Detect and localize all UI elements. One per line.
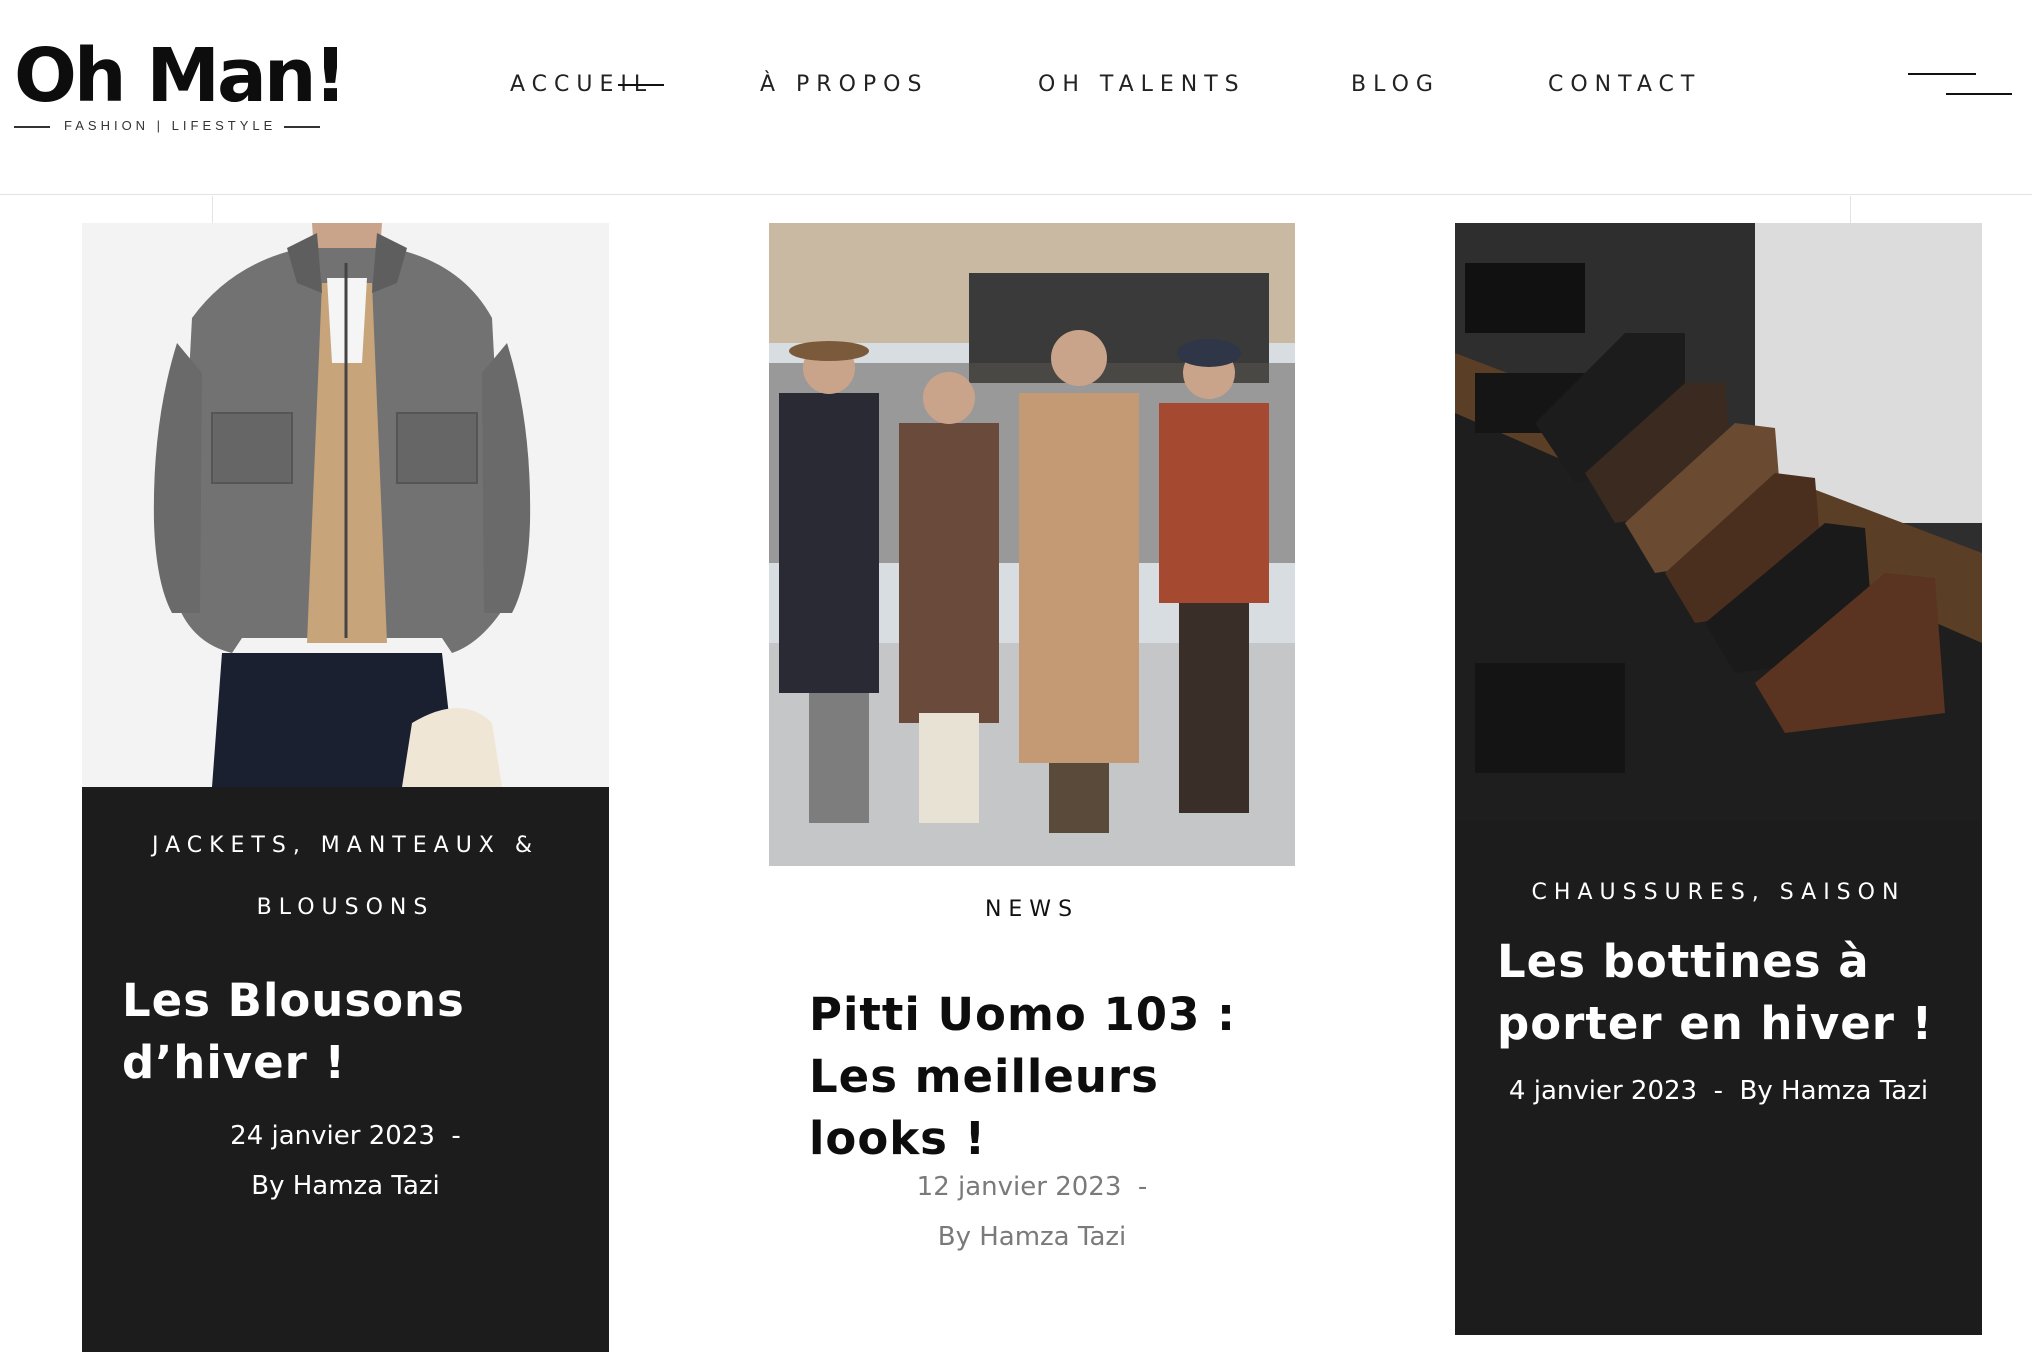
post-info-panel: NEWS Pitti Uomo 103 : Les meilleurs look…: [769, 866, 1295, 1352]
menu-toggle-icon[interactable]: [1900, 64, 2016, 104]
post-meta: 4 janvier 2023 - By Hamza Tazi: [1455, 1066, 1982, 1116]
menu-line-top: [1908, 73, 1976, 75]
post-title[interactable]: Les bottines à porter en hiver !: [1497, 931, 1957, 1055]
logo-tagline: FASHION | LIFESTYLE: [64, 118, 277, 133]
nav-item-oh-talents[interactable]: OH TALENTS: [1038, 72, 1246, 97]
meta-separator: -: [1713, 1076, 1724, 1106]
jacket-photo: [82, 223, 609, 787]
logo-tagline-row: FASHION | LIFESTYLE: [14, 116, 324, 136]
post-author[interactable]: By Hamza Tazi: [82, 1161, 609, 1211]
post-title-line: Les meilleurs: [809, 1050, 1159, 1103]
boots-photo: [1455, 223, 1982, 820]
post-category[interactable]: CHAUSSURES, SAISON: [1455, 862, 1982, 924]
divider-left: [212, 196, 213, 224]
post-title-line: Pitti Uomo 103 :: [809, 988, 1237, 1041]
logo-rule-left: [14, 126, 50, 128]
post-date[interactable]: 24 janvier 2023: [230, 1121, 435, 1151]
site-header: Oh Man! FASHION | LIFESTYLE ACCUEIL À PR…: [0, 0, 2032, 195]
post-title-line: porter en hiver !: [1497, 997, 1934, 1050]
nav-item-blog[interactable]: BLOG: [1351, 72, 1440, 97]
post-author[interactable]: By Hamza Tazi: [769, 1212, 1295, 1262]
post-info-panel: CHAUSSURES, SAISON Les bottines à porter…: [1455, 820, 1982, 1335]
meta-separator: -: [1137, 1172, 1148, 1202]
post-title-line: d’hiver !: [122, 1036, 347, 1089]
post-info-panel: JACKETS, MANTEAUX & BLOUSONS Les Blouson…: [82, 787, 609, 1352]
post-date-row: 4 janvier 2023 - By Hamza Tazi: [1455, 1066, 1982, 1116]
nav-item-a-propos[interactable]: À PROPOS: [760, 72, 928, 97]
post-card-blousons[interactable]: JACKETS, MANTEAUX & BLOUSONS Les Blouson…: [82, 223, 609, 1352]
street-style-photo: [769, 223, 1295, 866]
post-card-pitti-uomo[interactable]: NEWS Pitti Uomo 103 : Les meilleurs look…: [769, 223, 1295, 1352]
post-image-pitti[interactable]: [769, 223, 1295, 866]
nav-item-contact[interactable]: CONTACT: [1548, 72, 1701, 97]
post-image-jacket[interactable]: [82, 223, 609, 787]
nav-active-indicator: [618, 84, 664, 86]
post-category[interactable]: NEWS: [769, 866, 1295, 954]
post-date[interactable]: 4 janvier 2023: [1509, 1076, 1697, 1106]
post-title-line: Les bottines à: [1497, 935, 1870, 988]
post-meta: 24 janvier 2023 - By Hamza Tazi: [82, 1111, 609, 1211]
post-image-boots[interactable]: [1455, 223, 1982, 820]
post-date-row: 24 janvier 2023 -: [82, 1111, 609, 1161]
post-card-bottines[interactable]: CHAUSSURES, SAISON Les bottines à porter…: [1455, 223, 1982, 1335]
logo-rule-right: [284, 126, 320, 128]
post-title[interactable]: Les Blousons d’hiver !: [122, 970, 582, 1094]
post-category-line: JACKETS, MANTEAUX &: [151, 833, 540, 858]
post-title-line: Les Blousons: [122, 974, 465, 1027]
menu-line-bottom: [1946, 93, 2012, 95]
post-category-line: BLOUSONS: [256, 895, 435, 920]
meta-separator: -: [451, 1121, 461, 1151]
post-author[interactable]: By Hamza Tazi: [1740, 1076, 1929, 1106]
divider-right: [1850, 196, 1851, 224]
post-category[interactable]: JACKETS, MANTEAUX & BLOUSONS: [82, 815, 609, 939]
main-nav: ACCUEIL À PROPOS OH TALENTS BLOG CONTACT: [0, 72, 2032, 102]
post-title-line: looks !: [809, 1112, 987, 1165]
post-date-row: 12 janvier 2023 -: [769, 1162, 1295, 1212]
post-title[interactable]: Pitti Uomo 103 : Les meilleurs looks !: [809, 984, 1269, 1170]
post-date[interactable]: 12 janvier 2023: [917, 1172, 1122, 1202]
post-meta: 12 janvier 2023 - By Hamza Tazi: [769, 1162, 1295, 1262]
